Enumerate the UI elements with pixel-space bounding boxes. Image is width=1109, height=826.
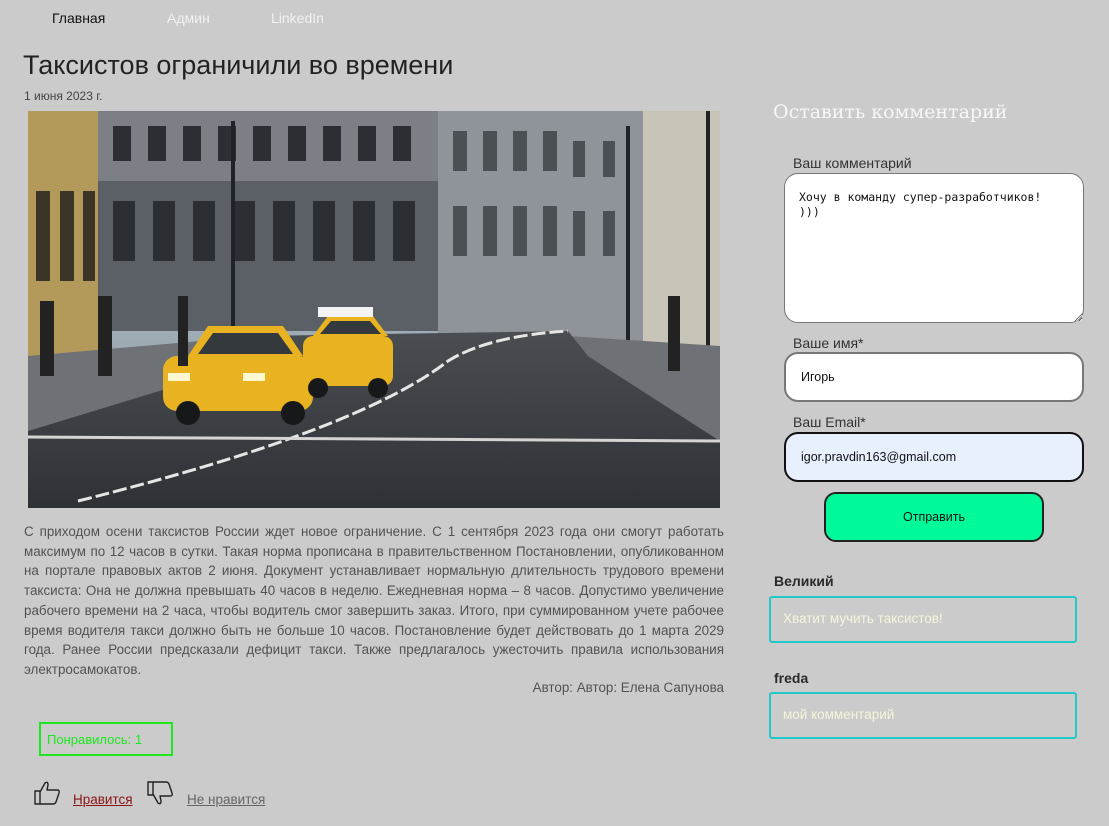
comment-author: Великий xyxy=(774,573,834,589)
submit-comment-button[interactable]: Отправить xyxy=(824,492,1044,542)
dislike-link[interactable]: Не нравится xyxy=(187,792,265,807)
likes-counter: Понравилось: 1 xyxy=(39,722,173,756)
comment-author: freda xyxy=(774,670,809,686)
post-body: С приходом осени таксистов России ждет н… xyxy=(24,524,724,677)
top-nav: Главная Админ LinkedIn xyxy=(52,10,324,26)
comment-text: мой комментарий xyxy=(769,692,1077,739)
thumbs-up-icon[interactable] xyxy=(33,780,61,810)
nav-linkedin-link[interactable]: LinkedIn xyxy=(271,10,324,26)
post-image xyxy=(28,111,720,508)
nav-admin-link[interactable]: Админ xyxy=(167,10,271,26)
post-title: Таксистов ограничили во времени xyxy=(23,50,454,80)
comment-label: Ваш комментарий xyxy=(793,155,912,171)
thumbs-down-icon[interactable] xyxy=(146,780,174,810)
post-date: 1 июня 2023 г. xyxy=(24,89,103,103)
name-input[interactable] xyxy=(784,352,1084,402)
comment-text: Хватит мучить таксистов! xyxy=(769,596,1077,643)
comment-textarea[interactable]: Хочу в команду супер-разработчиков! ))) xyxy=(784,173,1084,323)
email-input[interactable] xyxy=(784,432,1084,482)
post-author: Автор: Автор: Елена Сапунова xyxy=(532,680,724,695)
email-label: Ваш Email* xyxy=(793,414,866,430)
name-label: Ваше имя* xyxy=(793,335,864,351)
comment-form-heading: Оставить комментарий xyxy=(773,101,1008,123)
nav-home-link[interactable]: Главная xyxy=(52,10,167,26)
like-link[interactable]: Нравится xyxy=(73,792,133,807)
